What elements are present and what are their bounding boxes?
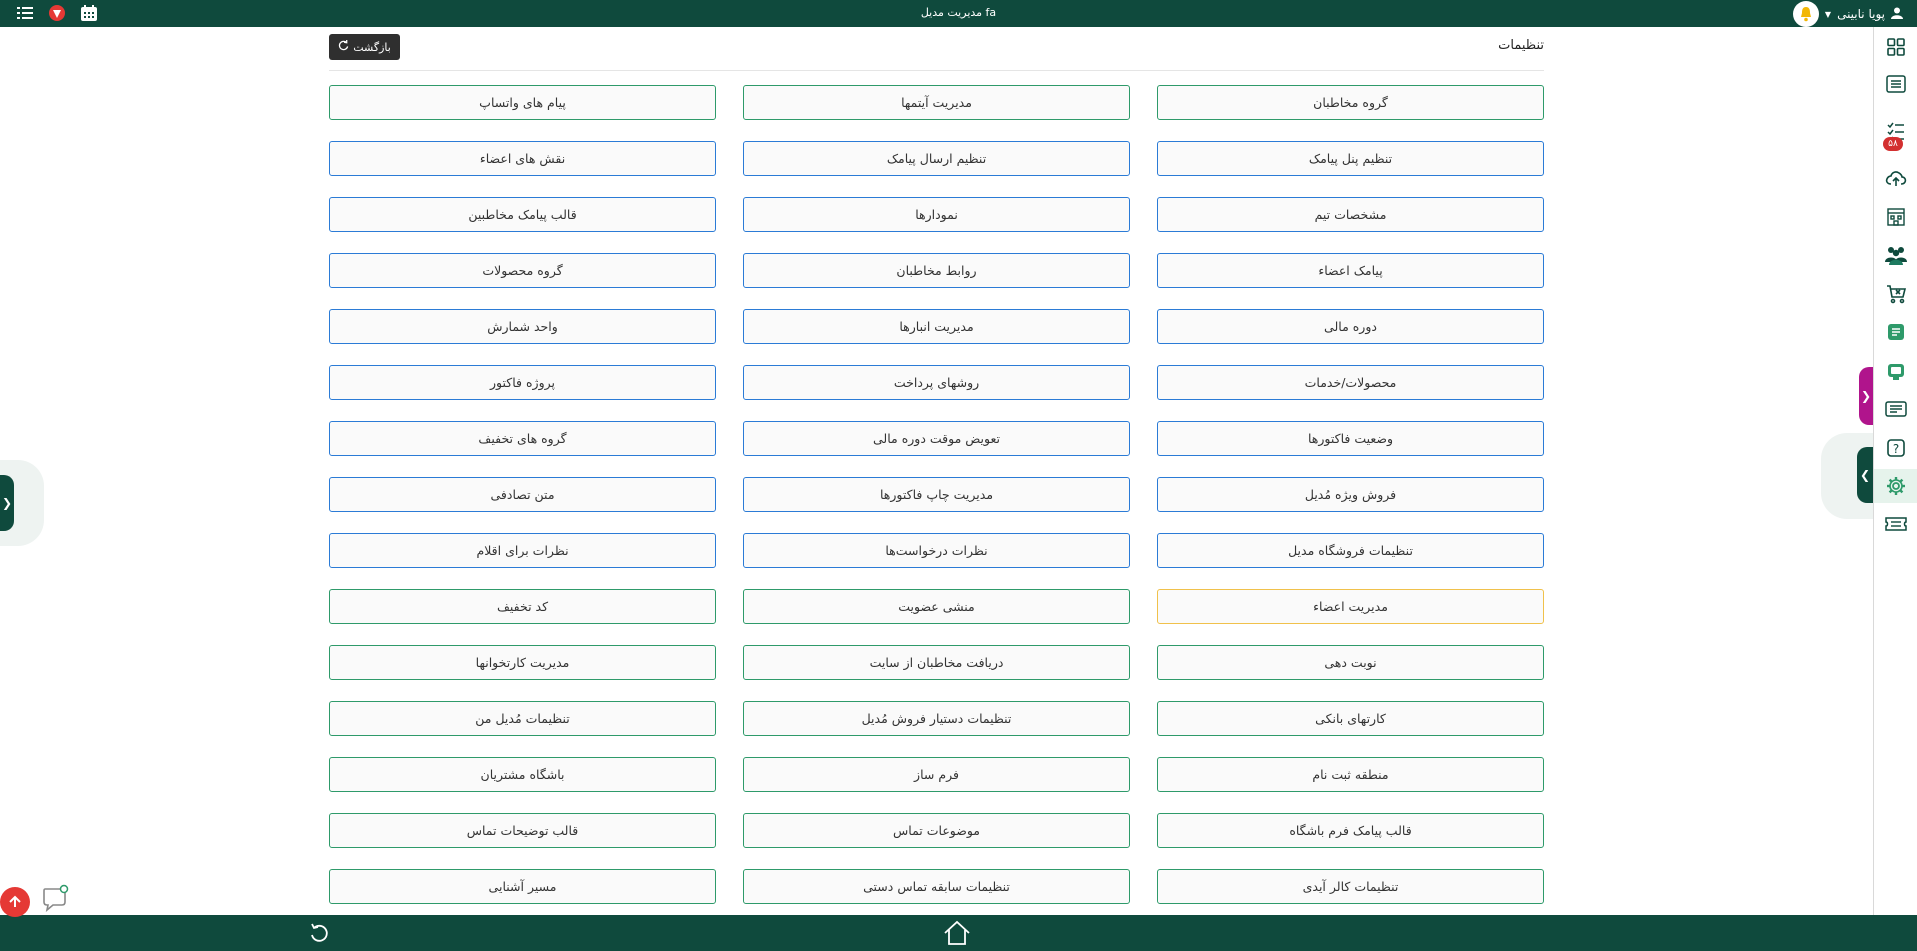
notification-badge: ۵۸ <box>1883 137 1903 151</box>
settings-item[interactable]: پیام های واتساپ <box>329 85 716 120</box>
settings-item[interactable]: تنظیم پنل پیامک <box>1157 141 1544 176</box>
settings-item[interactable]: کارتهای بانکی <box>1157 701 1544 736</box>
settings-item[interactable]: مدیریت اعضاء <box>1157 589 1544 624</box>
grid-icon[interactable] <box>1874 30 1917 64</box>
team-icon[interactable] <box>1874 238 1917 272</box>
settings-item[interactable]: قالب پیامک مخاطبین <box>329 197 716 232</box>
settings-icon[interactable] <box>1874 469 1917 503</box>
settings-item[interactable]: مدیریت چاپ فاکتورها <box>743 477 1130 512</box>
settings-item[interactable]: تنظیمات کالر آیدی <box>1157 869 1544 904</box>
top-bar: مدیریت مدیل fa پویا نابینی ▼ <box>0 0 1917 27</box>
settings-item[interactable]: فرم ساز <box>743 757 1130 792</box>
refresh-icon <box>338 40 349 54</box>
user-icon <box>1891 7 1903 22</box>
receipt-icon[interactable] <box>1874 315 1917 349</box>
settings-item[interactable]: تنظیمات مُدیل من <box>329 701 716 736</box>
home-icon[interactable] <box>943 919 971 947</box>
settings-item[interactable]: موضوعات تماس <box>743 813 1130 848</box>
settings-item[interactable]: فروش ویژه مُدیل <box>1157 477 1544 512</box>
settings-item[interactable]: محصولات/خدمات <box>1157 365 1544 400</box>
ticket-icon[interactable] <box>1874 507 1917 541</box>
user-name[interactable]: پویا نابینی <box>1837 7 1885 21</box>
settings-item[interactable]: متن تصادفی <box>329 477 716 512</box>
refresh-icon[interactable] <box>305 919 333 947</box>
settings-item[interactable]: پروژه فاکتور <box>329 365 716 400</box>
help-icon[interactable]: ? <box>1874 431 1917 465</box>
settings-item[interactable]: نقش های اعضاء <box>329 141 716 176</box>
right-sidebar: ۵۸ ? <box>1873 27 1917 915</box>
settings-item[interactable]: منشی عضویت <box>743 589 1130 624</box>
cloud-upload-icon[interactable] <box>1874 161 1917 195</box>
settings-item[interactable]: گروه محصولات <box>329 253 716 288</box>
settings-item[interactable]: قالب توضیحات تماس <box>329 813 716 848</box>
settings-item[interactable]: قالب پیامک فرم باشگاه <box>1157 813 1544 848</box>
settings-item[interactable]: روابط مخاطبان <box>743 253 1130 288</box>
app-title: مدیریت مدیل fa <box>920 6 997 19</box>
settings-item[interactable]: مسیر آشنایی <box>329 869 716 904</box>
settings-item[interactable]: تعویض موقت دوره مالی <box>743 421 1130 456</box>
scroll-top-button[interactable] <box>0 887 30 917</box>
settings-grid: گروه مخاطبان مدیریت آیتمها پیام های واتساپ… <box>329 85 1544 904</box>
settings-item[interactable]: نمودارها <box>743 197 1130 232</box>
chevron-right-icon[interactable]: ❯ <box>1859 367 1873 425</box>
settings-item[interactable]: واحد شمارش <box>329 309 716 344</box>
header-divider <box>329 70 1544 71</box>
back-button[interactable]: بازگشت <box>329 34 400 60</box>
back-button-label: بازگشت <box>353 40 391 54</box>
settings-item[interactable]: تنظیمات فروشگاه مدیل <box>1157 533 1544 568</box>
svg-text:?: ? <box>1893 442 1899 456</box>
settings-item[interactable]: تنظیم ارسال پیامک <box>743 141 1130 176</box>
settings-item[interactable]: تنظیمات سابقه تماس دستی <box>743 869 1130 904</box>
chat-icon[interactable] <box>41 884 69 913</box>
bottom-bar <box>0 915 1917 951</box>
settings-item[interactable]: پیامک اعضاء <box>1157 253 1544 288</box>
settings-item[interactable]: مدیریت انبارها <box>743 309 1130 344</box>
settings-item[interactable]: تنظیمات دستیار فروش مُدیل <box>743 701 1130 736</box>
settings-item[interactable]: نوبت دهی <box>1157 645 1544 680</box>
chevron-left-icon[interactable]: ❮ <box>1857 447 1873 503</box>
bell-icon[interactable] <box>1792 1 1819 27</box>
left-panel-toggle-icon[interactable]: ❯ <box>0 475 14 531</box>
settings-item[interactable]: نظرات برای اقلام <box>329 533 716 568</box>
settings-item[interactable]: نظرات درخواست‌ها <box>743 533 1130 568</box>
cart-icon[interactable] <box>1874 277 1917 311</box>
settings-item[interactable]: مدیریت کارتخوانها <box>329 645 716 680</box>
settings-item[interactable]: کد تخفیف <box>329 589 716 624</box>
settings-item[interactable]: روشهای پرداخت <box>743 365 1130 400</box>
arrow-up-icon <box>9 895 21 907</box>
caret-down-icon: ▼ <box>1824 9 1832 19</box>
settings-item[interactable]: دریافت مخاطبان از سایت <box>743 645 1130 680</box>
page-title: تنظیمات <box>1498 38 1544 53</box>
document-icon[interactable] <box>1874 67 1917 101</box>
id-card-icon[interactable] <box>1874 392 1917 426</box>
settings-item[interactable]: مشخصات تیم <box>1157 197 1544 232</box>
settings-item[interactable]: گروه های تخفیف <box>329 421 716 456</box>
settings-item[interactable]: گروه مخاطبان <box>1157 85 1544 120</box>
settings-item[interactable]: باشگاه مشتریان <box>329 757 716 792</box>
settings-item[interactable]: منطقه ثبت نام <box>1157 757 1544 792</box>
building-icon[interactable] <box>1874 199 1917 233</box>
settings-item[interactable]: مدیریت آیتمها <box>743 85 1130 120</box>
settings-item[interactable]: دوره مالی <box>1157 309 1544 344</box>
user-menu[interactable]: پویا نابینی ▼ <box>1792 1 1903 27</box>
device-icon[interactable] <box>1874 354 1917 388</box>
settings-item[interactable]: وضعیت فاکتورها <box>1157 421 1544 456</box>
